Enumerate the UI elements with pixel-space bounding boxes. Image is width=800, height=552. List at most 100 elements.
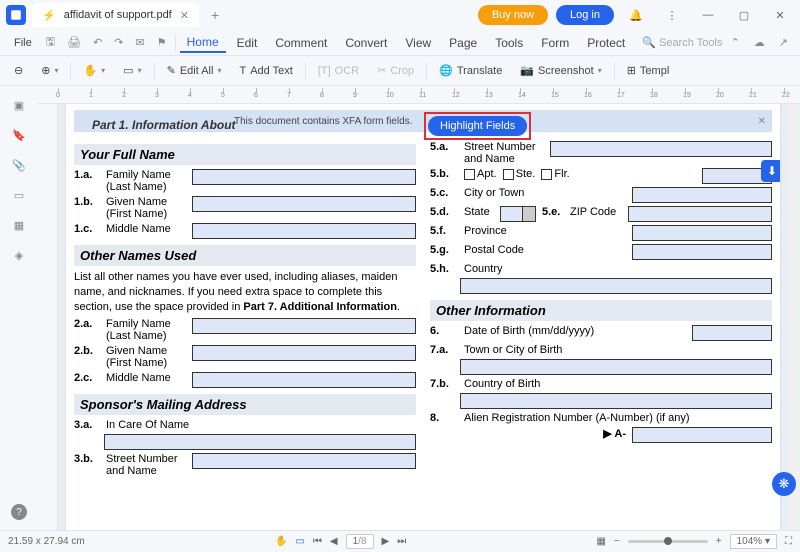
hand-mode-icon[interactable]: ✋ [275,536,287,547]
tab-tools[interactable]: Tools [488,34,530,52]
settings-float-icon[interactable]: ❋ [772,472,796,496]
field-5e-zip[interactable] [628,206,772,222]
tab-xfa-icon: ⚡ [42,9,56,22]
tab-view[interactable]: View [398,34,438,52]
fields-panel-icon[interactable]: ▦ [10,216,28,234]
tab-title: affidavit of support.pdf [64,9,172,21]
notify-icon[interactable]: 🔔 [622,4,650,26]
download-float-button[interactable]: ⬇ [761,160,780,182]
file-menu[interactable]: File [8,37,38,49]
zoom-out-status[interactable]: − [614,536,620,547]
banner-message: This document contains XFA form fields. [234,116,412,127]
section-mailing-address: Sponsor's Mailing Address [74,394,416,415]
ocr-button[interactable]: [T] OCR [312,63,365,79]
tab-convert[interactable]: Convert [338,34,394,52]
close-window-button[interactable]: ✕ [766,4,794,26]
select-tool-button[interactable]: ▭▾ [117,62,147,79]
section-full-name: Your Full Name [74,144,416,165]
bookmarks-panel-icon[interactable]: 🔖 [10,126,28,144]
zoom-out-button[interactable]: ⊖ [8,62,29,79]
checkbox-ste[interactable] [503,169,514,180]
pdf-page: Part 1. Information About This document … [66,104,780,530]
template-button[interactable]: ⊞ Templ [621,62,676,79]
zoom-in-status[interactable]: + [716,536,722,547]
tab-home[interactable]: Home [180,33,226,53]
layers-panel-icon[interactable]: ◈ [10,246,28,264]
field-6-dob[interactable] [692,325,772,341]
page-number-input[interactable]: 1/8 [346,534,374,549]
mail-icon[interactable]: ✉ [132,36,149,49]
tab-comment[interactable]: Comment [268,34,334,52]
highlight-fields-button[interactable]: Highlight Fields [428,116,527,136]
field-1b-first-name[interactable] [192,196,416,212]
maximize-button[interactable]: ▢ [730,4,758,26]
field-2c-middle-name[interactable] [192,372,416,388]
attachments-panel-icon[interactable]: 📎 [10,156,28,174]
banner-close-icon[interactable]: ✕ [758,116,766,127]
comments-panel-icon[interactable]: ▭ [10,186,28,204]
save-icon[interactable]: 🖫 [42,33,59,52]
field-5f-province[interactable] [632,225,772,241]
field-1c-middle-name[interactable] [192,223,416,239]
field-2a-last-name[interactable] [192,318,416,334]
fit-mode-icon[interactable]: ▦ [596,536,605,547]
tab-protect[interactable]: Protect [580,34,632,52]
print-icon[interactable]: 🖨 [63,36,85,49]
select-mode-icon[interactable]: ▭ [295,536,304,547]
crop-button[interactable]: ✂ Crop [371,62,420,79]
translate-button[interactable]: 🌐 Translate [433,62,508,79]
zoom-value[interactable]: 104% ▾ [730,534,777,549]
search-tools-input[interactable]: 🔍 Search Tools [642,36,722,49]
add-text-button[interactable]: T Add Text [233,63,298,79]
customize-icon[interactable]: ⚑ [153,36,171,49]
last-page-button[interactable]: ⏭ [397,536,406,547]
buy-now-button[interactable]: Buy now [478,5,548,25]
screenshot-button[interactable]: 📷 Screenshot▾ [514,62,607,79]
section-other-names: Other Names Used [74,245,416,266]
zoom-in-button[interactable]: ⊕▾ [35,62,64,79]
zoom-slider[interactable] [628,540,708,543]
app-logo[interactable] [6,5,26,25]
hand-tool-button[interactable]: ✋▾ [77,62,111,79]
field-5d-state-select[interactable] [500,206,536,222]
field-5g-postal[interactable] [632,244,772,260]
thumbnails-panel-icon[interactable]: ▣ [10,96,28,114]
field-2b-first-name[interactable] [192,345,416,361]
vertical-ruler [38,104,58,530]
minimize-button[interactable]: — [694,4,722,26]
edit-all-button[interactable]: ✎ Edit All▾ [161,62,228,79]
vertical-scrollbar[interactable] [788,104,800,530]
undo-icon[interactable]: ↶ [89,36,106,49]
cloud-icon[interactable]: ☁ [750,36,769,49]
fullscreen-icon[interactable]: ⛶ [785,536,792,547]
field-5h-country[interactable] [460,278,772,294]
document-tab[interactable]: ⚡ affidavit of support.pdf ✕ [32,3,199,27]
collapse-ribbon-icon[interactable]: ⌃ [727,36,744,49]
field-1a-last-name[interactable] [192,169,416,185]
field-7b-country-birth[interactable] [460,393,772,409]
field-5c-city[interactable] [632,187,772,203]
checkbox-apt[interactable] [464,169,475,180]
tab-page[interactable]: Page [442,34,484,52]
other-names-instructions: List all other names you have ever used,… [74,270,416,315]
tab-form[interactable]: Form [534,34,576,52]
share-icon[interactable]: ↗ [775,36,792,49]
field-5a-street[interactable] [550,141,772,157]
field-8-anumber[interactable] [632,427,772,443]
new-tab-button[interactable]: + [205,7,225,23]
redo-icon[interactable]: ↷ [110,36,127,49]
help-icon[interactable]: ? [11,504,27,520]
section-other-info: Other Information [430,300,772,321]
kebab-icon[interactable]: ⋮ [658,4,686,26]
checkbox-flr[interactable] [541,169,552,180]
close-tab-icon[interactable]: ✕ [180,9,189,22]
next-page-button[interactable]: ▶ [382,536,390,547]
xfa-banner: Part 1. Information About This document … [74,110,772,132]
prev-page-button[interactable]: ◀ [330,536,338,547]
first-page-button[interactable]: ⏮ [313,536,322,547]
tab-edit[interactable]: Edit [230,34,265,52]
field-3a-care-of[interactable] [104,434,416,450]
login-button[interactable]: Log in [556,5,614,25]
field-7a-city-birth[interactable] [460,359,772,375]
field-3b-street[interactable] [192,453,416,469]
